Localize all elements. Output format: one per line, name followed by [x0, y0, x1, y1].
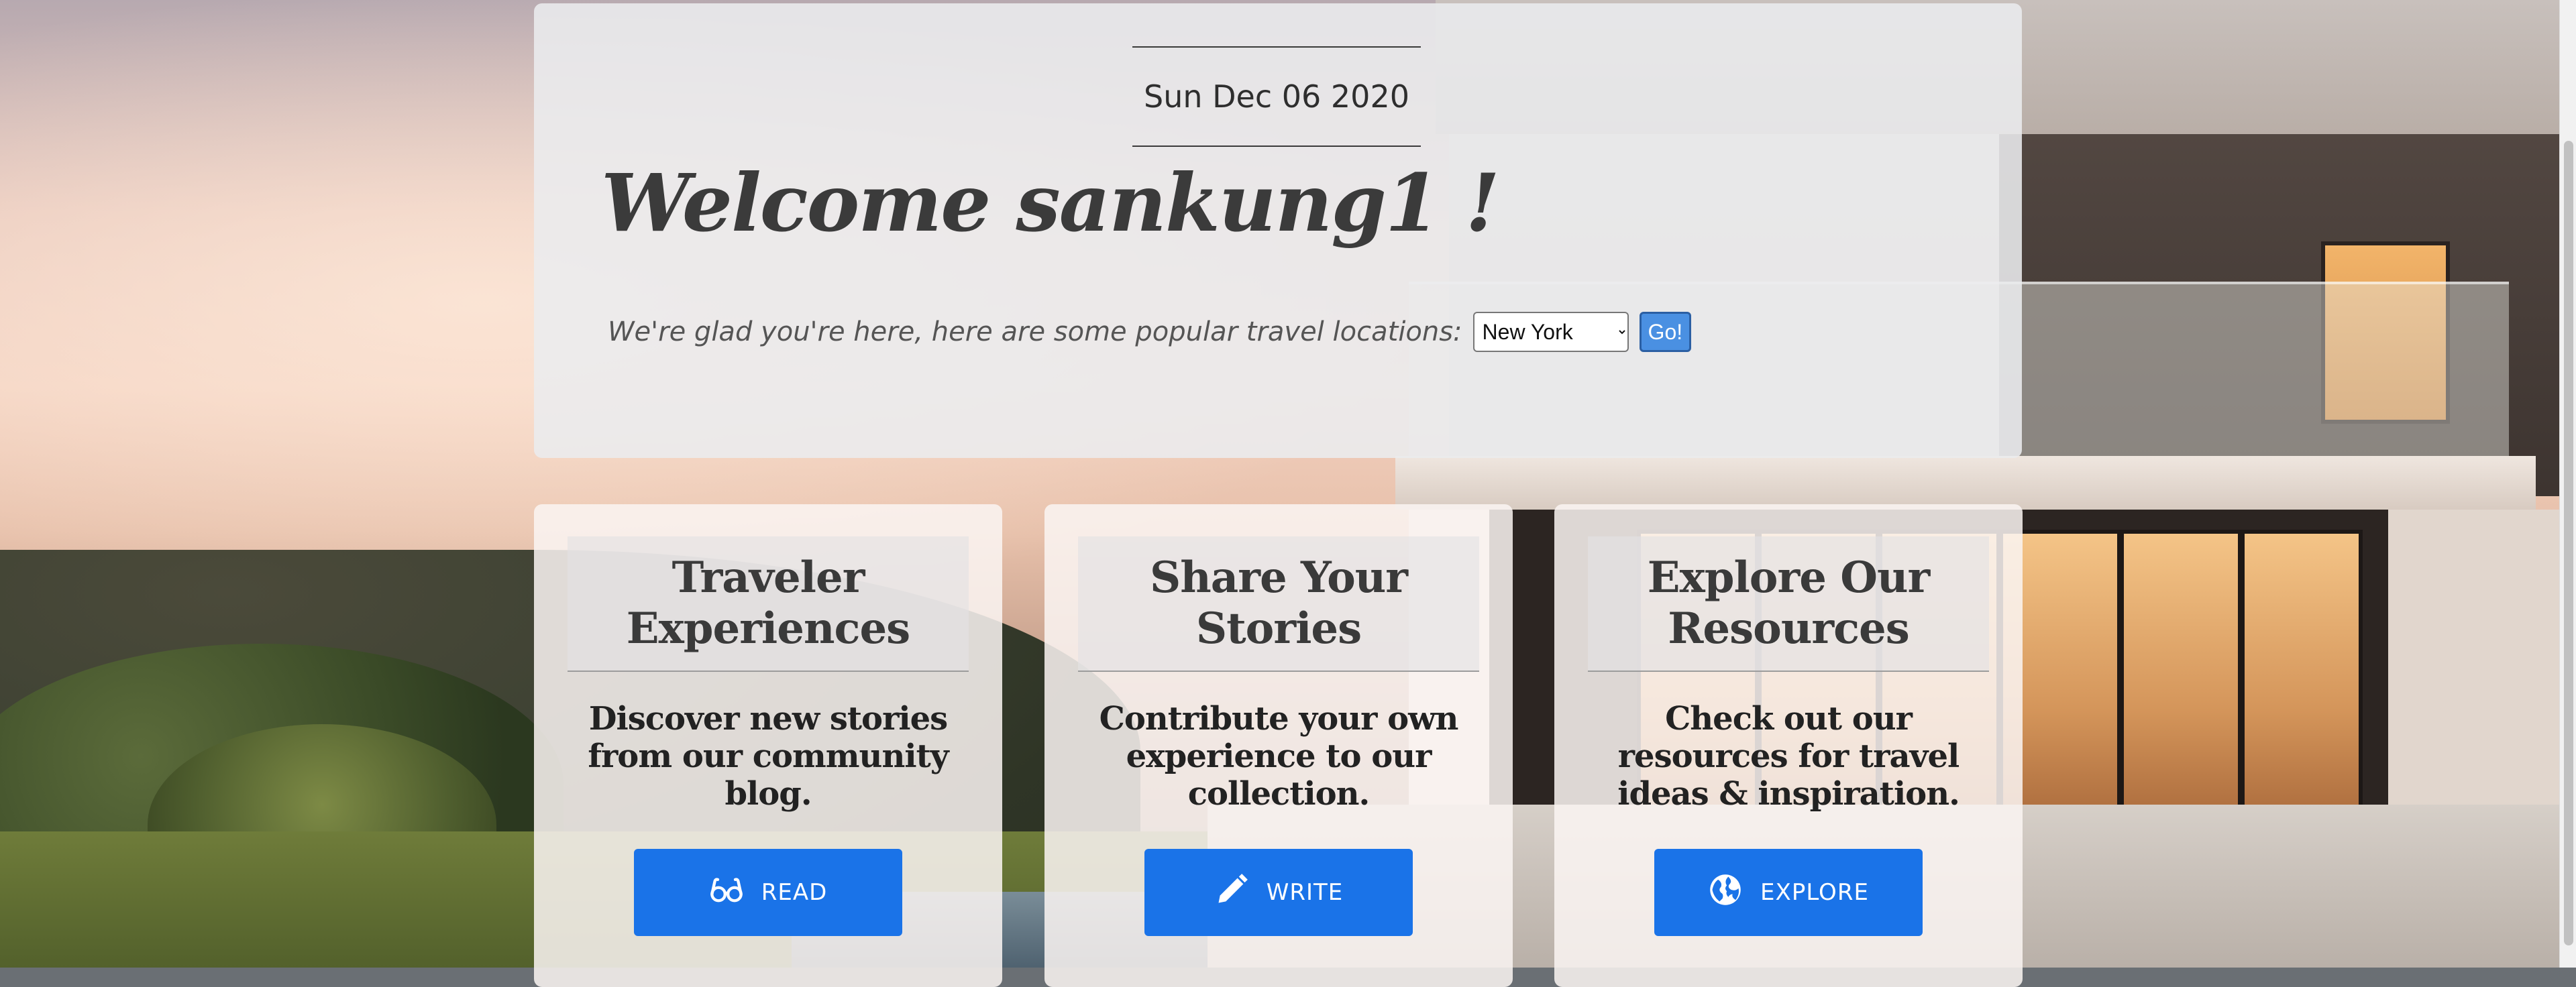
card-title: Explore Our Resources [1647, 553, 1930, 654]
welcome-panel: Sun Dec 06 2020 Welcome sankung1 ! We're… [534, 3, 2022, 458]
explore-button[interactable]: EXPLORE [1654, 849, 1923, 936]
card-traveler-experiences: Traveler Experiences Discover new storie… [534, 504, 1002, 987]
popular-locations-text: We're glad you're here, here are some po… [608, 316, 1462, 347]
welcome-title: Welcome sankung1 ! [601, 156, 1500, 249]
card-description: Check out our resources for travel ideas… [1617, 700, 1960, 813]
explore-button-label: EXPLORE [1760, 879, 1869, 906]
card-description: Discover new stories from our community … [588, 700, 949, 813]
write-button-label: WRITE [1266, 879, 1344, 906]
write-button[interactable]: WRITE [1144, 849, 1413, 936]
page-scrollbar[interactable] [2559, 0, 2576, 968]
location-select[interactable]: New York [1472, 312, 1629, 352]
read-button[interactable]: READ [634, 849, 902, 936]
card-title: Traveler Experiences [626, 553, 910, 654]
scrollbar-thumb[interactable] [2564, 141, 2573, 945]
current-date: Sun Dec 06 2020 [1144, 78, 1409, 115]
card-header: Explore Our Resources [1588, 536, 1989, 672]
card-title: Share Your Stories [1150, 553, 1408, 654]
popular-locations-row: We're glad you're here, here are some po… [608, 312, 1692, 352]
card-explore-our-resources: Explore Our Resources Check out our reso… [1554, 504, 2023, 987]
card-description: Contribute your own experience to our co… [1099, 700, 1459, 813]
go-button[interactable]: Go! [1639, 312, 1692, 352]
date-box: Sun Dec 06 2020 [1132, 46, 1421, 147]
card-share-your-stories: Share Your Stories Contribute your own e… [1044, 504, 1513, 987]
glasses-icon [709, 872, 744, 913]
card-header: Traveler Experiences [568, 536, 969, 672]
read-button-label: READ [761, 879, 828, 906]
globe-icon [1708, 872, 1743, 913]
card-header: Share Your Stories [1078, 536, 1479, 672]
pencil-icon [1214, 872, 1249, 913]
